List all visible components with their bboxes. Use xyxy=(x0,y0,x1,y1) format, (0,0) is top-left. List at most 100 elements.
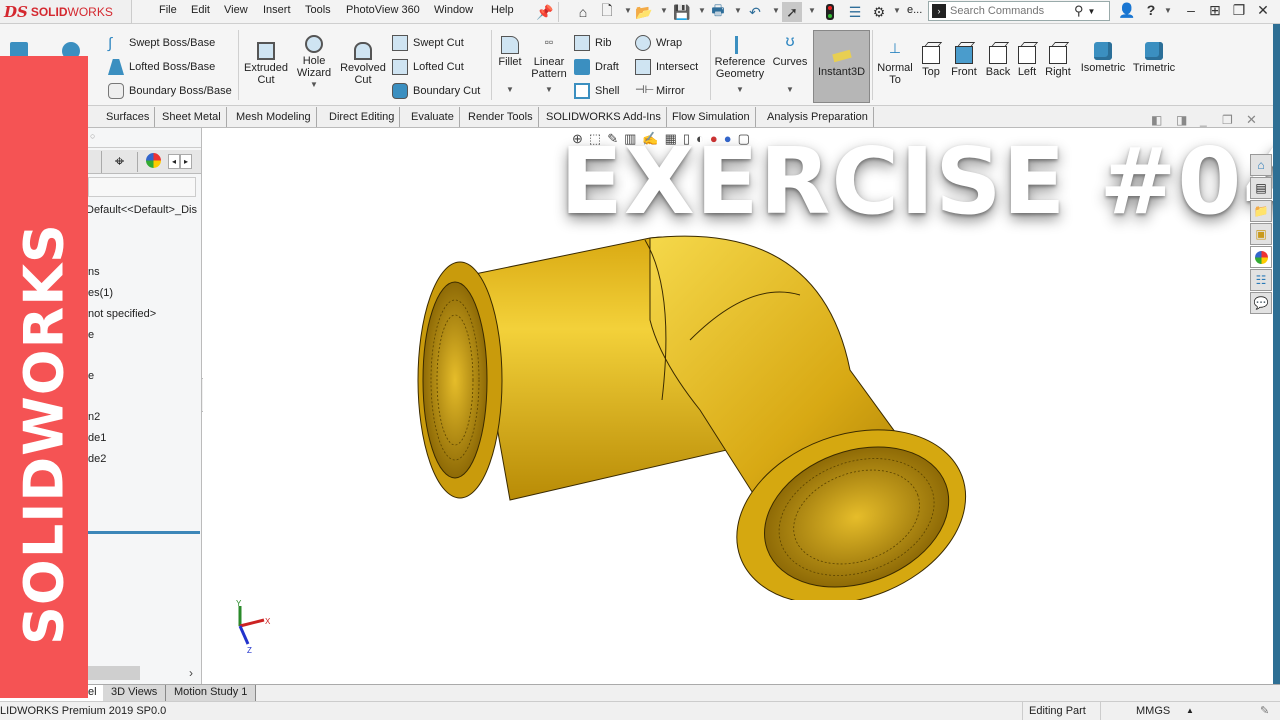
boundary-cut-button[interactable]: Boundary Cut xyxy=(392,79,480,103)
scroll-right-arrow-icon[interactable]: › xyxy=(189,666,193,680)
revolved-cut-button[interactable]: Revolved Cut xyxy=(340,42,386,86)
units-selector[interactable]: MMGS xyxy=(1136,702,1170,720)
chevron-down-icon[interactable]: ▼ xyxy=(660,6,668,15)
rib-button[interactable]: Rib xyxy=(574,31,619,55)
customize-icon[interactable]: ✎ xyxy=(1260,702,1269,720)
view-top-button[interactable]: Top xyxy=(918,42,944,78)
curves-button[interactable]: ʊ Curves ▼ xyxy=(772,34,808,96)
tab-render-tools[interactable]: Render Tools xyxy=(463,107,539,127)
tree-item-material[interactable]: not specified> xyxy=(88,308,156,320)
view-back-button[interactable]: Back xyxy=(984,42,1012,78)
tab-display-manager[interactable] xyxy=(138,152,168,171)
view-left-button[interactable]: Left xyxy=(1015,42,1039,78)
tree-item-configuration[interactable]: Default<<Default>_Dis xyxy=(86,204,197,216)
menu-insert[interactable]: Insert xyxy=(263,4,291,16)
chevron-down-icon[interactable]: ▼ xyxy=(624,6,632,15)
save-icon[interactable]: 💾 xyxy=(672,2,692,22)
chevron-down-icon[interactable]: ▼ xyxy=(736,84,744,96)
appearances-icon[interactable] xyxy=(1250,246,1272,268)
scroll-left-icon[interactable]: ◂ xyxy=(168,154,181,169)
lofted-boss-button[interactable]: Lofted Boss/Base xyxy=(108,55,232,79)
menu-file[interactable]: File xyxy=(159,4,177,16)
chevron-down-icon[interactable]: ▼ xyxy=(698,6,706,15)
file-explorer-icon[interactable]: 📁 xyxy=(1250,200,1272,222)
chevron-up-icon[interactable]: ▲ xyxy=(1186,702,1194,720)
tile-icon[interactable]: ⊞ xyxy=(1204,2,1226,19)
scroll-right-icon[interactable]: ▸ xyxy=(180,154,193,169)
tab-sheet-metal[interactable]: Sheet Metal xyxy=(157,107,227,127)
search-icon[interactable]: ⚲ xyxy=(1074,3,1084,19)
viewport-prev-icon[interactable]: ◧ xyxy=(1151,113,1162,127)
chevron-down-icon[interactable]: ▼ xyxy=(1164,6,1172,15)
hole-wizard-button[interactable]: Hole Wizard ▼ xyxy=(294,35,334,91)
tree-item-plane[interactable]: e xyxy=(88,329,94,341)
chevron-down-icon[interactable]: ▼ xyxy=(893,6,901,15)
forum-icon[interactable]: 💬 xyxy=(1250,292,1272,314)
draft-button[interactable]: Draft xyxy=(574,55,619,79)
custom-properties-icon[interactable]: ☷ xyxy=(1250,269,1272,291)
viewport-next-icon[interactable]: ◨ xyxy=(1176,113,1187,127)
overflow-button[interactable]: e... xyxy=(907,4,922,16)
restore-icon[interactable]: ❐ xyxy=(1228,2,1250,19)
elbow-fitting-model[interactable] xyxy=(400,220,980,600)
chevron-down-icon[interactable]: ▼ xyxy=(734,6,742,15)
chevron-down-icon[interactable]: ▼ xyxy=(310,79,318,91)
swept-cut-button[interactable]: Swept Cut xyxy=(392,31,480,55)
tab-3d-views[interactable]: 3D Views xyxy=(103,685,167,701)
tab-analysis-preparation[interactable]: Analysis Preparation xyxy=(762,107,874,127)
tree-item-origin[interactable]: e xyxy=(88,370,94,382)
tab-feature-manager[interactable] xyxy=(88,150,102,173)
wrap-button[interactable]: Wrap xyxy=(635,31,698,55)
tab-evaluate[interactable]: Evaluate xyxy=(406,107,460,127)
menu-view[interactable]: View xyxy=(224,4,248,16)
menu-edit[interactable]: Edit xyxy=(191,4,210,16)
solidworks-logo[interactable]: DS SOLIDWORKS xyxy=(0,0,132,24)
rollback-bar[interactable] xyxy=(88,531,200,534)
tree-item-solid-bodies[interactable]: es(1) xyxy=(88,287,113,299)
menu-tools[interactable]: Tools xyxy=(305,4,331,16)
help-icon[interactable]: ? xyxy=(1140,2,1162,18)
menu-help[interactable]: Help xyxy=(491,4,514,16)
tab-solidworks-add-ins[interactable]: SOLIDWORKS Add-Ins xyxy=(541,107,667,127)
print-icon[interactable]: 🖶 xyxy=(708,2,728,22)
home-icon[interactable]: ⌂ xyxy=(573,2,593,22)
chevron-down-icon[interactable]: ▼ xyxy=(506,84,514,96)
boundary-boss-button[interactable]: Boundary Boss/Base xyxy=(108,79,232,103)
open-icon[interactable]: 📂 xyxy=(634,2,654,22)
select-icon[interactable]: ➚ xyxy=(782,2,802,22)
user-icon[interactable]: 👤 xyxy=(1116,2,1138,19)
chevron-down-icon[interactable]: ▼ xyxy=(545,84,553,96)
reference-geometry-button[interactable]: Reference Geometry ▼ xyxy=(714,36,766,96)
intersect-button[interactable]: Intersect xyxy=(635,55,698,79)
undo-icon[interactable]: ↶ xyxy=(745,2,765,22)
new-document-icon[interactable]: 🗋 xyxy=(597,2,617,22)
chevron-down-icon[interactable]: ▼ xyxy=(772,6,780,15)
tab-motion-study-1[interactable]: Motion Study 1 xyxy=(166,685,257,701)
file-properties-icon[interactable]: ☰ xyxy=(845,2,865,22)
design-library-icon[interactable]: ▤ xyxy=(1250,177,1272,199)
viewport-minimize-icon[interactable]: _ xyxy=(1200,113,1207,127)
home-icon[interactable]: ⌂ xyxy=(1250,154,1272,176)
lofted-cut-button[interactable]: Lofted Cut xyxy=(392,55,480,79)
menu-photoview[interactable]: PhotoView 360 xyxy=(346,4,420,16)
tree-item-cosmetic-thread2[interactable]: de2 xyxy=(88,453,106,465)
rebuild-icon[interactable] xyxy=(820,2,840,22)
mirror-button[interactable]: ⊣⊢ Mirror xyxy=(635,79,698,103)
tree-item-annotations[interactable]: ns xyxy=(88,266,100,278)
tab-flow-simulation[interactable]: Flow Simulation xyxy=(667,107,756,127)
search-commands[interactable]: › ⚲ ▼ xyxy=(928,1,1110,21)
filter-bar[interactable]: ○ xyxy=(88,130,201,148)
instant3d-button[interactable]: Instant3D xyxy=(813,30,870,103)
view-normal-to-button[interactable]: ⊥ Normal To xyxy=(876,41,914,86)
chevron-down-icon[interactable]: ▼ xyxy=(1088,7,1096,16)
part-name-field[interactable] xyxy=(88,177,196,197)
chevron-down-icon[interactable]: ▼ xyxy=(786,84,794,96)
view-isometric-button[interactable]: Isometric xyxy=(1079,42,1127,74)
tab-mesh-modeling[interactable]: Mesh Modeling xyxy=(231,107,317,127)
view-front-button[interactable]: Front xyxy=(948,42,980,78)
tab-surfaces[interactable]: Surfaces xyxy=(101,107,156,127)
pin-icon[interactable]: 📌 xyxy=(535,2,555,22)
viewport-close-icon[interactable]: ✕ xyxy=(1246,112,1257,128)
horizontal-scrollbar-thumb[interactable] xyxy=(88,666,140,680)
options-icon[interactable]: ⚙ xyxy=(869,2,889,22)
